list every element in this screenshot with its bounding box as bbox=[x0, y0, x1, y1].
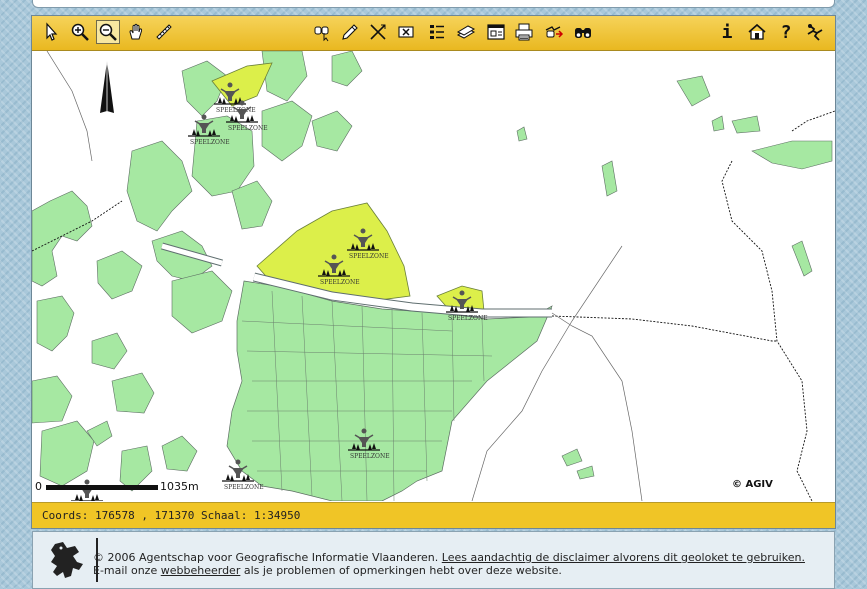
help-button[interactable]: ? bbox=[774, 20, 798, 44]
webmaster-link[interactable]: webbeheerder bbox=[161, 564, 241, 577]
measure-button[interactable] bbox=[152, 20, 176, 44]
map-viewer: i ? SPEELZONE SPEELZONE SPEELZONE SPEELZ… bbox=[31, 15, 836, 529]
coords-label: Coords: bbox=[42, 509, 89, 522]
speelzone-label: SPEELZONE bbox=[190, 139, 230, 146]
top-panel bbox=[32, 0, 835, 8]
binoculars-icon bbox=[575, 28, 591, 38]
footer-text: © 2006 Agentschap voor Geografische Info… bbox=[93, 551, 805, 577]
speelzone-label: SPEELZONE bbox=[224, 484, 264, 491]
speelzone-marker[interactable]: SPEELZONE bbox=[347, 427, 390, 461]
footer-copyright: © 2006 Agentschap voor Geografische Info… bbox=[93, 551, 439, 564]
coords-y: 171370 bbox=[154, 509, 195, 522]
info-icon: i bbox=[721, 21, 733, 43]
speelzone-marker[interactable]: SPEELZONE bbox=[221, 458, 264, 492]
speelzone-marker[interactable] bbox=[70, 478, 104, 502]
export-icon bbox=[545, 26, 564, 38]
pan-button[interactable] bbox=[124, 20, 148, 44]
legend-icon bbox=[430, 25, 444, 39]
exit-button[interactable] bbox=[803, 20, 827, 44]
home-icon bbox=[748, 23, 766, 40]
help-icon: ? bbox=[780, 21, 792, 43]
speelzone-label: SPEELZONE bbox=[350, 453, 390, 460]
clear-selection-button[interactable] bbox=[394, 20, 418, 44]
exit-icon bbox=[807, 24, 823, 41]
clear-selection-icon bbox=[398, 26, 414, 38]
map-canvas[interactable]: SPEELZONE SPEELZONE SPEELZONE SPEELZONE … bbox=[32, 51, 835, 501]
speelzone-marker[interactable]: SPEELZONE bbox=[346, 227, 389, 261]
scale-label: Schaal: bbox=[200, 509, 248, 522]
footer: © 2006 Agentschap voor Geografische Info… bbox=[32, 531, 835, 589]
speelzone-label: SPEELZONE bbox=[320, 279, 360, 286]
print-icon bbox=[515, 23, 533, 41]
disclaimer-link[interactable]: Lees aandachtig de disclaimer alvorens d… bbox=[442, 551, 805, 564]
layers-button[interactable] bbox=[454, 20, 478, 44]
speelzone-label: SPEELZONE bbox=[228, 125, 268, 132]
measure-ruler-icon bbox=[156, 24, 172, 40]
scalebar-start-label: 0 bbox=[35, 480, 42, 493]
copyright-label: © AGIV bbox=[732, 479, 773, 490]
print-button[interactable] bbox=[512, 20, 536, 44]
search-binoculars-pointer-icon bbox=[314, 26, 329, 42]
speelzone-label: SPEELZONE bbox=[448, 315, 488, 322]
zoom-out-icon bbox=[99, 23, 117, 41]
coords-x: 176578 bbox=[94, 509, 135, 522]
find-button[interactable] bbox=[571, 20, 595, 44]
status-bar: Coords: 176578 , 171370 Schaal: 1:34950 bbox=[32, 502, 835, 528]
identify-tool-button[interactable] bbox=[40, 20, 64, 44]
speelzone-marker[interactable]: SPEELZONE bbox=[445, 289, 488, 323]
email-suffix: als je problemen of opmerkingen hebt ove… bbox=[243, 564, 562, 577]
erase-icon bbox=[370, 24, 386, 40]
email-prefix: E-mail onze bbox=[93, 564, 158, 577]
map-toolbar: i ? bbox=[32, 16, 835, 51]
home-button[interactable] bbox=[745, 20, 769, 44]
draw-button[interactable] bbox=[338, 20, 362, 44]
scalebar-end-label: 1035m bbox=[160, 480, 199, 493]
pencil-icon bbox=[342, 24, 358, 40]
speelzone-marker[interactable]: SPEELZONE bbox=[213, 81, 256, 115]
search-location-button[interactable] bbox=[310, 20, 334, 44]
window-overview-icon bbox=[487, 24, 505, 40]
identify-icon bbox=[46, 22, 58, 41]
zoom-in-icon bbox=[71, 23, 89, 41]
info-button[interactable]: i bbox=[715, 20, 739, 44]
erase-button[interactable] bbox=[366, 20, 390, 44]
zoom-out-button[interactable] bbox=[96, 20, 120, 44]
scale-value: 1:34950 bbox=[253, 509, 301, 522]
speelzone-label: SPEELZONE bbox=[349, 253, 389, 260]
overview-window-button[interactable] bbox=[484, 20, 508, 44]
flemish-lion-logo-icon bbox=[51, 542, 83, 578]
markers-layer: SPEELZONE SPEELZONE SPEELZONE SPEELZONE … bbox=[35, 81, 773, 502]
speelzone-marker[interactable]: SPEELZONE bbox=[225, 99, 268, 133]
speelzone-marker[interactable]: SPEELZONE bbox=[187, 113, 230, 147]
legend-button[interactable] bbox=[425, 20, 449, 44]
scalebar: 0 1035m bbox=[35, 480, 199, 493]
export-button[interactable] bbox=[542, 20, 566, 44]
zoom-in-button[interactable] bbox=[68, 20, 92, 44]
layers-icon bbox=[456, 25, 476, 39]
pan-hand-icon bbox=[129, 23, 143, 40]
